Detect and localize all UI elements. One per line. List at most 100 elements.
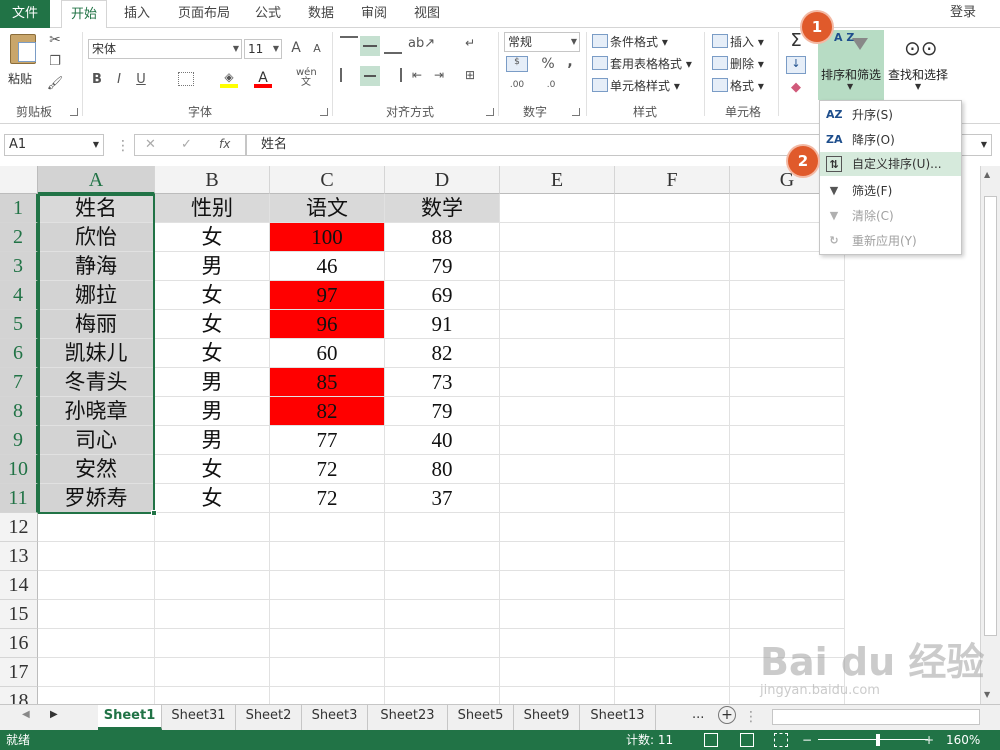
- cell[interactable]: [155, 571, 270, 600]
- cell[interactable]: [615, 571, 730, 600]
- cell[interactable]: [615, 513, 730, 542]
- cell[interactable]: [270, 629, 385, 658]
- format-painter-icon[interactable]: 🖌: [46, 76, 64, 94]
- sheet-tab-sheet31[interactable]: Sheet31: [162, 705, 236, 730]
- row-header-16[interactable]: 16: [0, 629, 38, 658]
- header-cell[interactable]: [615, 194, 730, 223]
- cell[interactable]: [270, 600, 385, 629]
- cell[interactable]: [38, 513, 155, 542]
- sort-filter-button[interactable]: A Z 排序和筛选 ▼: [818, 30, 884, 100]
- row-header-2[interactable]: 2: [0, 223, 38, 252]
- fill-color-icon[interactable]: ◈: [220, 70, 238, 88]
- increase-decimal-icon[interactable]: .00: [506, 80, 528, 90]
- number-launcher-icon[interactable]: [572, 108, 580, 116]
- cell[interactable]: [385, 600, 500, 629]
- cell[interactable]: 女: [155, 455, 270, 484]
- zoom-level[interactable]: 160%: [946, 730, 980, 750]
- menu-item-sort-descending[interactable]: ZA 降序(O): [820, 128, 961, 152]
- cell[interactable]: [615, 484, 730, 513]
- column-header-c[interactable]: C: [270, 166, 385, 194]
- currency-icon[interactable]: $: [506, 56, 528, 72]
- font-size-combo[interactable]: 11 ▼: [244, 39, 282, 59]
- column-header-f[interactable]: F: [615, 166, 730, 194]
- bold-button[interactable]: B: [90, 72, 104, 87]
- font-color-icon[interactable]: A: [254, 70, 272, 88]
- align-bottom-icon[interactable]: [384, 36, 402, 54]
- cell[interactable]: [155, 513, 270, 542]
- cell[interactable]: [730, 455, 845, 484]
- cell[interactable]: [500, 455, 615, 484]
- tab-home[interactable]: 开始: [61, 0, 107, 29]
- cell[interactable]: [730, 571, 845, 600]
- cell[interactable]: [385, 629, 500, 658]
- alignment-launcher-icon[interactable]: [486, 108, 494, 116]
- row-header-9[interactable]: 9: [0, 426, 38, 455]
- cell[interactable]: 79: [385, 397, 500, 426]
- cell[interactable]: [385, 658, 500, 687]
- cell[interactable]: [155, 629, 270, 658]
- cell[interactable]: [270, 571, 385, 600]
- cell[interactable]: [730, 426, 845, 455]
- row-header-17[interactable]: 17: [0, 658, 38, 687]
- cell[interactable]: 85: [270, 368, 385, 397]
- cell[interactable]: [730, 310, 845, 339]
- cell[interactable]: [615, 368, 730, 397]
- column-header-d[interactable]: D: [385, 166, 500, 194]
- cell[interactable]: 82: [270, 397, 385, 426]
- header-cell[interactable]: 语文: [270, 194, 385, 223]
- row-header-6[interactable]: 6: [0, 339, 38, 368]
- cell[interactable]: [615, 687, 730, 704]
- cell[interactable]: 女: [155, 310, 270, 339]
- cell[interactable]: 69: [385, 281, 500, 310]
- tab-page-layout[interactable]: 页面布局: [168, 0, 240, 28]
- cell[interactable]: [500, 310, 615, 339]
- cell[interactable]: [500, 252, 615, 281]
- cell[interactable]: 79: [385, 252, 500, 281]
- insert-function-icon[interactable]: fx: [219, 137, 230, 151]
- cell[interactable]: [615, 629, 730, 658]
- cell[interactable]: 97: [270, 281, 385, 310]
- decrease-indent-icon[interactable]: ⇤: [408, 68, 426, 82]
- vertical-scrollbar[interactable]: ▲ ▼: [980, 166, 1000, 704]
- cell[interactable]: 女: [155, 339, 270, 368]
- row-header-4[interactable]: 4: [0, 281, 38, 310]
- cell[interactable]: [500, 368, 615, 397]
- cell[interactable]: [615, 542, 730, 571]
- zoom-slider[interactable]: [818, 739, 928, 740]
- grow-font-icon[interactable]: A: [288, 40, 304, 56]
- cell[interactable]: [615, 658, 730, 687]
- sheet-tab-sheet13[interactable]: Sheet13: [580, 705, 656, 730]
- insert-cells-button[interactable]: 插入 ▾: [712, 32, 764, 52]
- cell[interactable]: [730, 339, 845, 368]
- cell[interactable]: [500, 600, 615, 629]
- cell[interactable]: [500, 571, 615, 600]
- copy-icon[interactable]: ❐: [46, 54, 64, 72]
- increase-indent-icon[interactable]: ⇥: [430, 68, 448, 82]
- cell[interactable]: [385, 571, 500, 600]
- cell[interactable]: [155, 542, 270, 571]
- cell[interactable]: [500, 629, 615, 658]
- cell[interactable]: [385, 687, 500, 704]
- cell[interactable]: 男: [155, 397, 270, 426]
- fill-icon[interactable]: ↓: [786, 56, 806, 74]
- number-format-combo[interactable]: 常规 ▼: [504, 32, 580, 52]
- row-header-18[interactable]: 18: [0, 687, 38, 704]
- cell[interactable]: 女: [155, 281, 270, 310]
- tab-file[interactable]: 文件: [0, 0, 50, 28]
- tab-data[interactable]: 数据: [298, 0, 344, 28]
- cell[interactable]: [615, 397, 730, 426]
- paste-button[interactable]: 粘贴: [6, 32, 40, 88]
- cell[interactable]: [38, 658, 155, 687]
- cell-styles-button[interactable]: 单元格样式 ▾: [592, 76, 680, 96]
- column-header-e[interactable]: E: [500, 166, 615, 194]
- column-header-a[interactable]: A: [38, 166, 155, 194]
- fill-handle[interactable]: [151, 510, 157, 516]
- cell[interactable]: 60: [270, 339, 385, 368]
- decrease-decimal-icon[interactable]: .0: [540, 80, 562, 90]
- cell[interactable]: [270, 513, 385, 542]
- cell[interactable]: [38, 571, 155, 600]
- cell[interactable]: [615, 252, 730, 281]
- cell[interactable]: 男: [155, 426, 270, 455]
- row-header-11[interactable]: 11: [0, 484, 38, 513]
- cell[interactable]: [615, 223, 730, 252]
